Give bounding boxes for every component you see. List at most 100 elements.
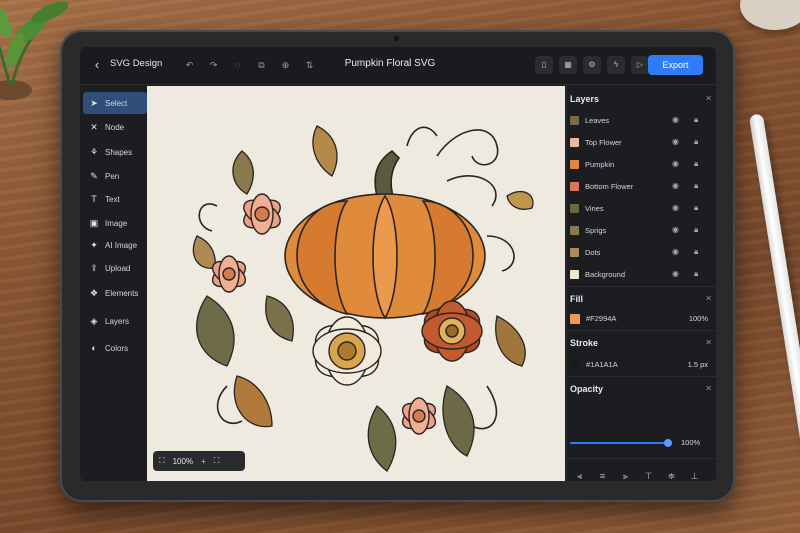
fill-hex[interactable]: #F2994A: [586, 314, 616, 323]
layer-swatch: [570, 270, 579, 279]
sidebar-item-label: Colors: [105, 343, 129, 353]
layers-title: Layers: [570, 94, 600, 104]
eye-icon[interactable]: ◉: [672, 269, 679, 278]
lock-icon[interactable]: 🔒︎: [694, 181, 698, 191]
align-middle-icon[interactable]: ≑: [664, 469, 679, 481]
pointer-icon: ➤: [90, 98, 98, 108]
zoom-level[interactable]: 100%: [173, 457, 193, 466]
layer-name: Vines: [585, 204, 604, 213]
device-preview-icon[interactable]: ▯: [535, 56, 553, 74]
slider-track[interactable]: [570, 442, 670, 444]
sidebar-item-label: Text: [105, 194, 120, 204]
layer-row[interactable]: Sprigs ◉ 🔒︎: [570, 222, 712, 240]
layer-row[interactable]: Leaves ◉ 🔒︎: [570, 112, 712, 130]
opacity-header: Opacity ✕: [570, 384, 712, 398]
align-left-icon[interactable]: ⫷: [572, 469, 587, 481]
sidebar-item-select[interactable]: ➤ Select: [83, 92, 147, 114]
design-canvas[interactable]: ⛶ 100% + ⛶: [147, 86, 565, 481]
layer-swatch: [570, 226, 579, 235]
divider: [567, 286, 716, 287]
layer-row[interactable]: Top Flower ◉ 🔒︎: [570, 134, 712, 152]
sidebar-item-layers[interactable]: ◈ Layers: [83, 310, 147, 332]
eye-icon[interactable]: ◉: [672, 181, 679, 190]
sidebar-item-label: Shapes: [105, 147, 133, 157]
align-center-icon[interactable]: ≡: [595, 469, 610, 481]
sidebar-item-text[interactable]: T Text: [83, 188, 147, 210]
sidebar-item-colors[interactable]: ◐ Colors: [83, 337, 147, 359]
eye-icon[interactable]: ◉: [672, 225, 679, 234]
sidebar-item-elements[interactable]: ❖ Elements: [83, 282, 147, 304]
pumpkin-floral-artwork: [192, 125, 534, 472]
sidebar-item-shapes[interactable]: ⚘ Shapes: [83, 141, 147, 163]
camera: [394, 36, 399, 41]
grid-view-icon[interactable]: ▦: [559, 56, 577, 74]
close-icon[interactable]: ✕: [705, 294, 712, 303]
close-icon[interactable]: ✕: [705, 94, 712, 103]
stroke-row[interactable]: #1A1A1A 1.5 px: [570, 358, 712, 372]
eye-icon[interactable]: ◉: [672, 115, 679, 124]
fill-opacity[interactable]: 100%: [689, 314, 708, 323]
eye-icon[interactable]: ◉: [672, 247, 679, 256]
settings-icon[interactable]: ⚙: [583, 56, 601, 74]
sidebar-item-pen[interactable]: ✎ Pen: [83, 165, 147, 187]
lock-icon[interactable]: 🔒︎: [694, 203, 698, 213]
elements-icon: ❖: [89, 288, 99, 298]
eye-icon[interactable]: ◉: [672, 137, 679, 146]
stroke-width[interactable]: 1.5 px: [688, 360, 708, 369]
fill-row[interactable]: #F2994A 100%: [570, 312, 712, 326]
stroke-hex[interactable]: #1A1A1A: [586, 360, 618, 369]
close-icon[interactable]: ✕: [705, 338, 712, 347]
view-icon-group: ▯ ▦ ⚙ ϟ ▷: [535, 56, 649, 74]
layer-row[interactable]: Pumpkin ◉ 🔒︎: [570, 156, 712, 174]
align-right-icon[interactable]: ⫸: [618, 469, 633, 481]
lock-icon[interactable]: 🔒︎: [694, 137, 698, 147]
lightning-icon[interactable]: ϟ: [607, 56, 625, 74]
app-screen: ‹ SVG Design ↶ ↷ ◌ ⧉ ⊕ ⇅ Pumpkin Floral …: [80, 47, 716, 481]
layers-header: Layers ✕: [570, 94, 712, 108]
sidebar-item-label: Upload: [105, 263, 131, 273]
layer-swatch: [570, 116, 579, 125]
fill-swatch[interactable]: [570, 314, 580, 324]
play-preview-icon[interactable]: ▷: [631, 56, 649, 74]
stroke-header: Stroke ✕: [570, 338, 712, 352]
lock-icon[interactable]: 🔒︎: [694, 269, 698, 279]
sidebar-item-label: Image: [105, 218, 128, 228]
colors-icon: ◐: [91, 343, 97, 353]
opacity-slider[interactable]: [570, 438, 672, 448]
lock-icon[interactable]: 🔒︎: [694, 159, 698, 169]
fill-header: Fill ✕: [570, 294, 712, 308]
lock-icon[interactable]: 🔒︎: [694, 247, 698, 257]
layer-name: Sprigs: [585, 226, 607, 235]
opacity-title: Opacity: [570, 384, 604, 394]
sidebar-item-ai-image[interactable]: ✦ AI Image: [83, 234, 147, 256]
layer-row[interactable]: Background ◉ 🔒︎: [570, 266, 712, 284]
fullscreen-icon[interactable]: ⛶: [214, 456, 220, 466]
layer-row[interactable]: Bottom Flower ◉ 🔒︎: [570, 178, 712, 196]
lock-icon[interactable]: 🔒︎: [694, 115, 698, 125]
sidebar-item-upload[interactable]: ⇪ Upload: [83, 257, 147, 279]
sidebar-item-image[interactable]: ▣ Image: [83, 212, 147, 234]
align-toolbar: ⫷ ≡ ⫸ ⊤ ≑ ⊥: [572, 469, 702, 481]
lock-icon[interactable]: 🔒︎: [694, 225, 698, 235]
stroke-swatch[interactable]: [570, 360, 580, 370]
shapes-icon: ⚘: [89, 147, 99, 157]
layer-row[interactable]: Vines ◉ 🔒︎: [570, 200, 712, 218]
eye-icon[interactable]: ◉: [672, 159, 679, 168]
sidebar-item-node[interactable]: ✕ Node: [83, 116, 147, 138]
node-icon: ✕: [90, 122, 98, 132]
upload-icon: ⇪: [90, 263, 98, 273]
slider-thumb[interactable]: [664, 439, 672, 447]
tablet-device: ‹ SVG Design ↶ ↷ ◌ ⧉ ⊕ ⇅ Pumpkin Floral …: [60, 30, 735, 502]
export-button[interactable]: Export: [648, 55, 703, 75]
zoom-control: ⛶ 100% + ⛶: [153, 451, 245, 471]
pen-icon: ✎: [90, 171, 98, 181]
fit-screen-icon[interactable]: ⛶: [159, 456, 165, 466]
align-bottom-icon[interactable]: ⊥: [687, 469, 702, 481]
sidebar-item-label: Pen: [105, 171, 120, 181]
close-icon[interactable]: ✕: [705, 384, 712, 393]
align-top-icon[interactable]: ⊤: [641, 469, 656, 481]
eye-icon[interactable]: ◉: [672, 203, 679, 212]
layer-swatch: [570, 182, 579, 191]
layer-row[interactable]: Dots ◉ 🔒︎: [570, 244, 712, 262]
zoom-in-icon[interactable]: +: [201, 457, 206, 466]
